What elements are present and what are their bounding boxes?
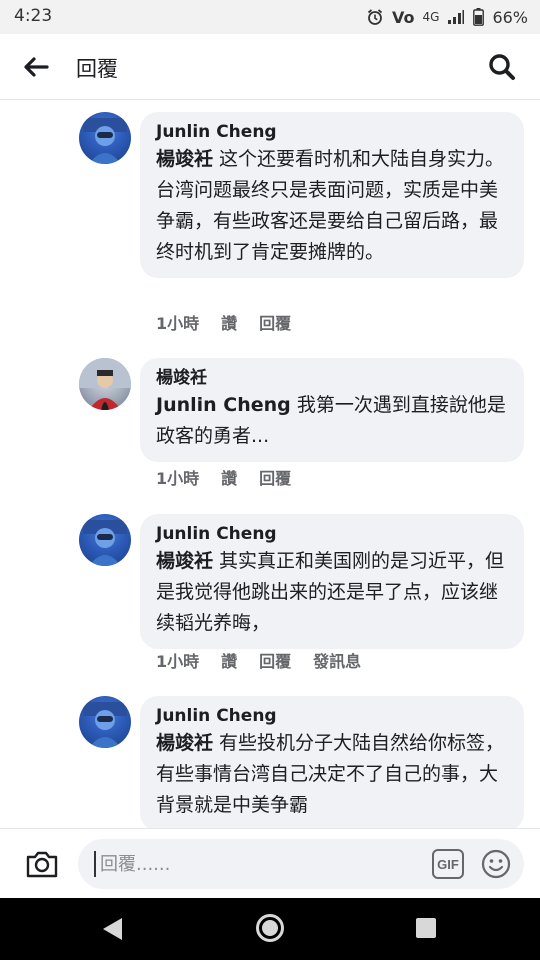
comment-text: Junlin Cheng 我第一次遇到直接說他是政客的勇者... <box>156 390 508 452</box>
status-icons: Vo 4G 66% <box>366 5 528 29</box>
comment-bubble[interactable]: Junlin Cheng 楊竣衽 这个还要看时机和大陆自身实力。台湾问题最终只是… <box>140 112 524 278</box>
mention-link[interactable]: 楊竣衽 <box>156 732 213 754</box>
mention-link[interactable]: 楊竣衽 <box>156 550 213 572</box>
app-header: 回覆 <box>0 34 540 100</box>
comment-bubble[interactable]: Junlin Cheng 楊竣衽 有些投机分子大陆自然给你标签，有些事情台湾自己… <box>140 696 524 828</box>
reply-input-container[interactable]: GIF <box>78 839 524 889</box>
comment-bubble[interactable]: 楊竣衽 Junlin Cheng 我第一次遇到直接說他是政客的勇者... <box>140 358 524 462</box>
mention-link[interactable]: Junlin Cheng <box>156 394 291 416</box>
comment-actions: 1小時 讚 回覆 發訊息 <box>156 648 361 672</box>
gif-button[interactable]: GIF <box>432 849 464 879</box>
battery-percent: 66% <box>492 7 528 27</box>
comment-bubble[interactable]: Junlin Cheng 楊竣衽 其实真正和美国刚的是习近平，但是我觉得他跳出来… <box>140 514 524 649</box>
network-type: 4G <box>422 10 440 24</box>
comment-author[interactable]: 楊竣衽 <box>156 366 508 390</box>
avatar[interactable] <box>79 696 131 748</box>
signal-icon <box>448 10 465 24</box>
alarm-icon <box>367 9 383 25</box>
mention-link[interactable]: 楊竣衽 <box>156 148 213 170</box>
like-button[interactable]: 讚 <box>221 465 237 489</box>
avatar[interactable] <box>79 112 131 164</box>
comment-time: 1小時 <box>156 469 200 488</box>
arrow-left-icon <box>24 57 49 77</box>
comment-author[interactable]: Junlin Cheng <box>156 120 508 144</box>
camera-button[interactable] <box>24 846 60 882</box>
emoji-icon <box>481 849 511 879</box>
volte-indicator: Vo <box>392 7 415 27</box>
comment-actions: 1小時 讚 回覆 <box>156 465 291 489</box>
reply-button[interactable]: 回覆 <box>259 310 291 334</box>
back-button[interactable] <box>18 49 54 85</box>
page-title: 回覆 <box>76 57 118 81</box>
camera-icon <box>26 851 58 878</box>
nav-recents-icon[interactable] <box>416 918 436 938</box>
like-button[interactable]: 讚 <box>221 310 237 334</box>
search-button[interactable] <box>484 49 520 85</box>
comment-time: 1小時 <box>156 314 200 333</box>
reply-button[interactable]: 回覆 <box>259 465 291 489</box>
message-button[interactable]: 發訊息 <box>313 648 361 672</box>
status-bar: 4:23 Vo 4G 66% <box>0 0 540 34</box>
search-icon <box>489 54 515 80</box>
emoji-button[interactable] <box>480 848 512 880</box>
nav-home-icon[interactable] <box>254 912 286 944</box>
battery-icon <box>473 8 485 26</box>
status-time: 4:23 <box>14 6 53 26</box>
comment-text: 楊竣衽 其实真正和美国刚的是习近平，但是我觉得他跳出来的还是早了点，应该继续韬光… <box>156 546 508 639</box>
avatar[interactable] <box>79 514 131 566</box>
comment-text: 楊竣衽 这个还要看时机和大陆自身实力。台湾问题最终只是表面问题，实质是中美争霸，… <box>156 144 508 268</box>
reply-button[interactable]: 回覆 <box>259 648 291 672</box>
nav-back-icon[interactable] <box>100 916 124 942</box>
comment-time: 1小時 <box>156 652 200 671</box>
comment-author[interactable]: Junlin Cheng <box>156 704 508 728</box>
comment-actions: 1小時 讚 回覆 <box>156 310 291 334</box>
reply-composer: GIF <box>0 828 540 898</box>
reply-input[interactable] <box>94 851 394 877</box>
comment-thread[interactable]: Junlin Cheng 楊竣衽 这个还要看时机和大陆自身实力。台湾问题最终只是… <box>0 100 540 828</box>
comment-author[interactable]: Junlin Cheng <box>156 522 508 546</box>
system-nav-bar <box>0 898 540 960</box>
like-button[interactable]: 讚 <box>221 648 237 672</box>
avatar[interactable] <box>79 358 131 410</box>
comment-text: 楊竣衽 有些投机分子大陆自然给你标签，有些事情台湾自己决定不了自己的事，大背景就… <box>156 728 508 821</box>
